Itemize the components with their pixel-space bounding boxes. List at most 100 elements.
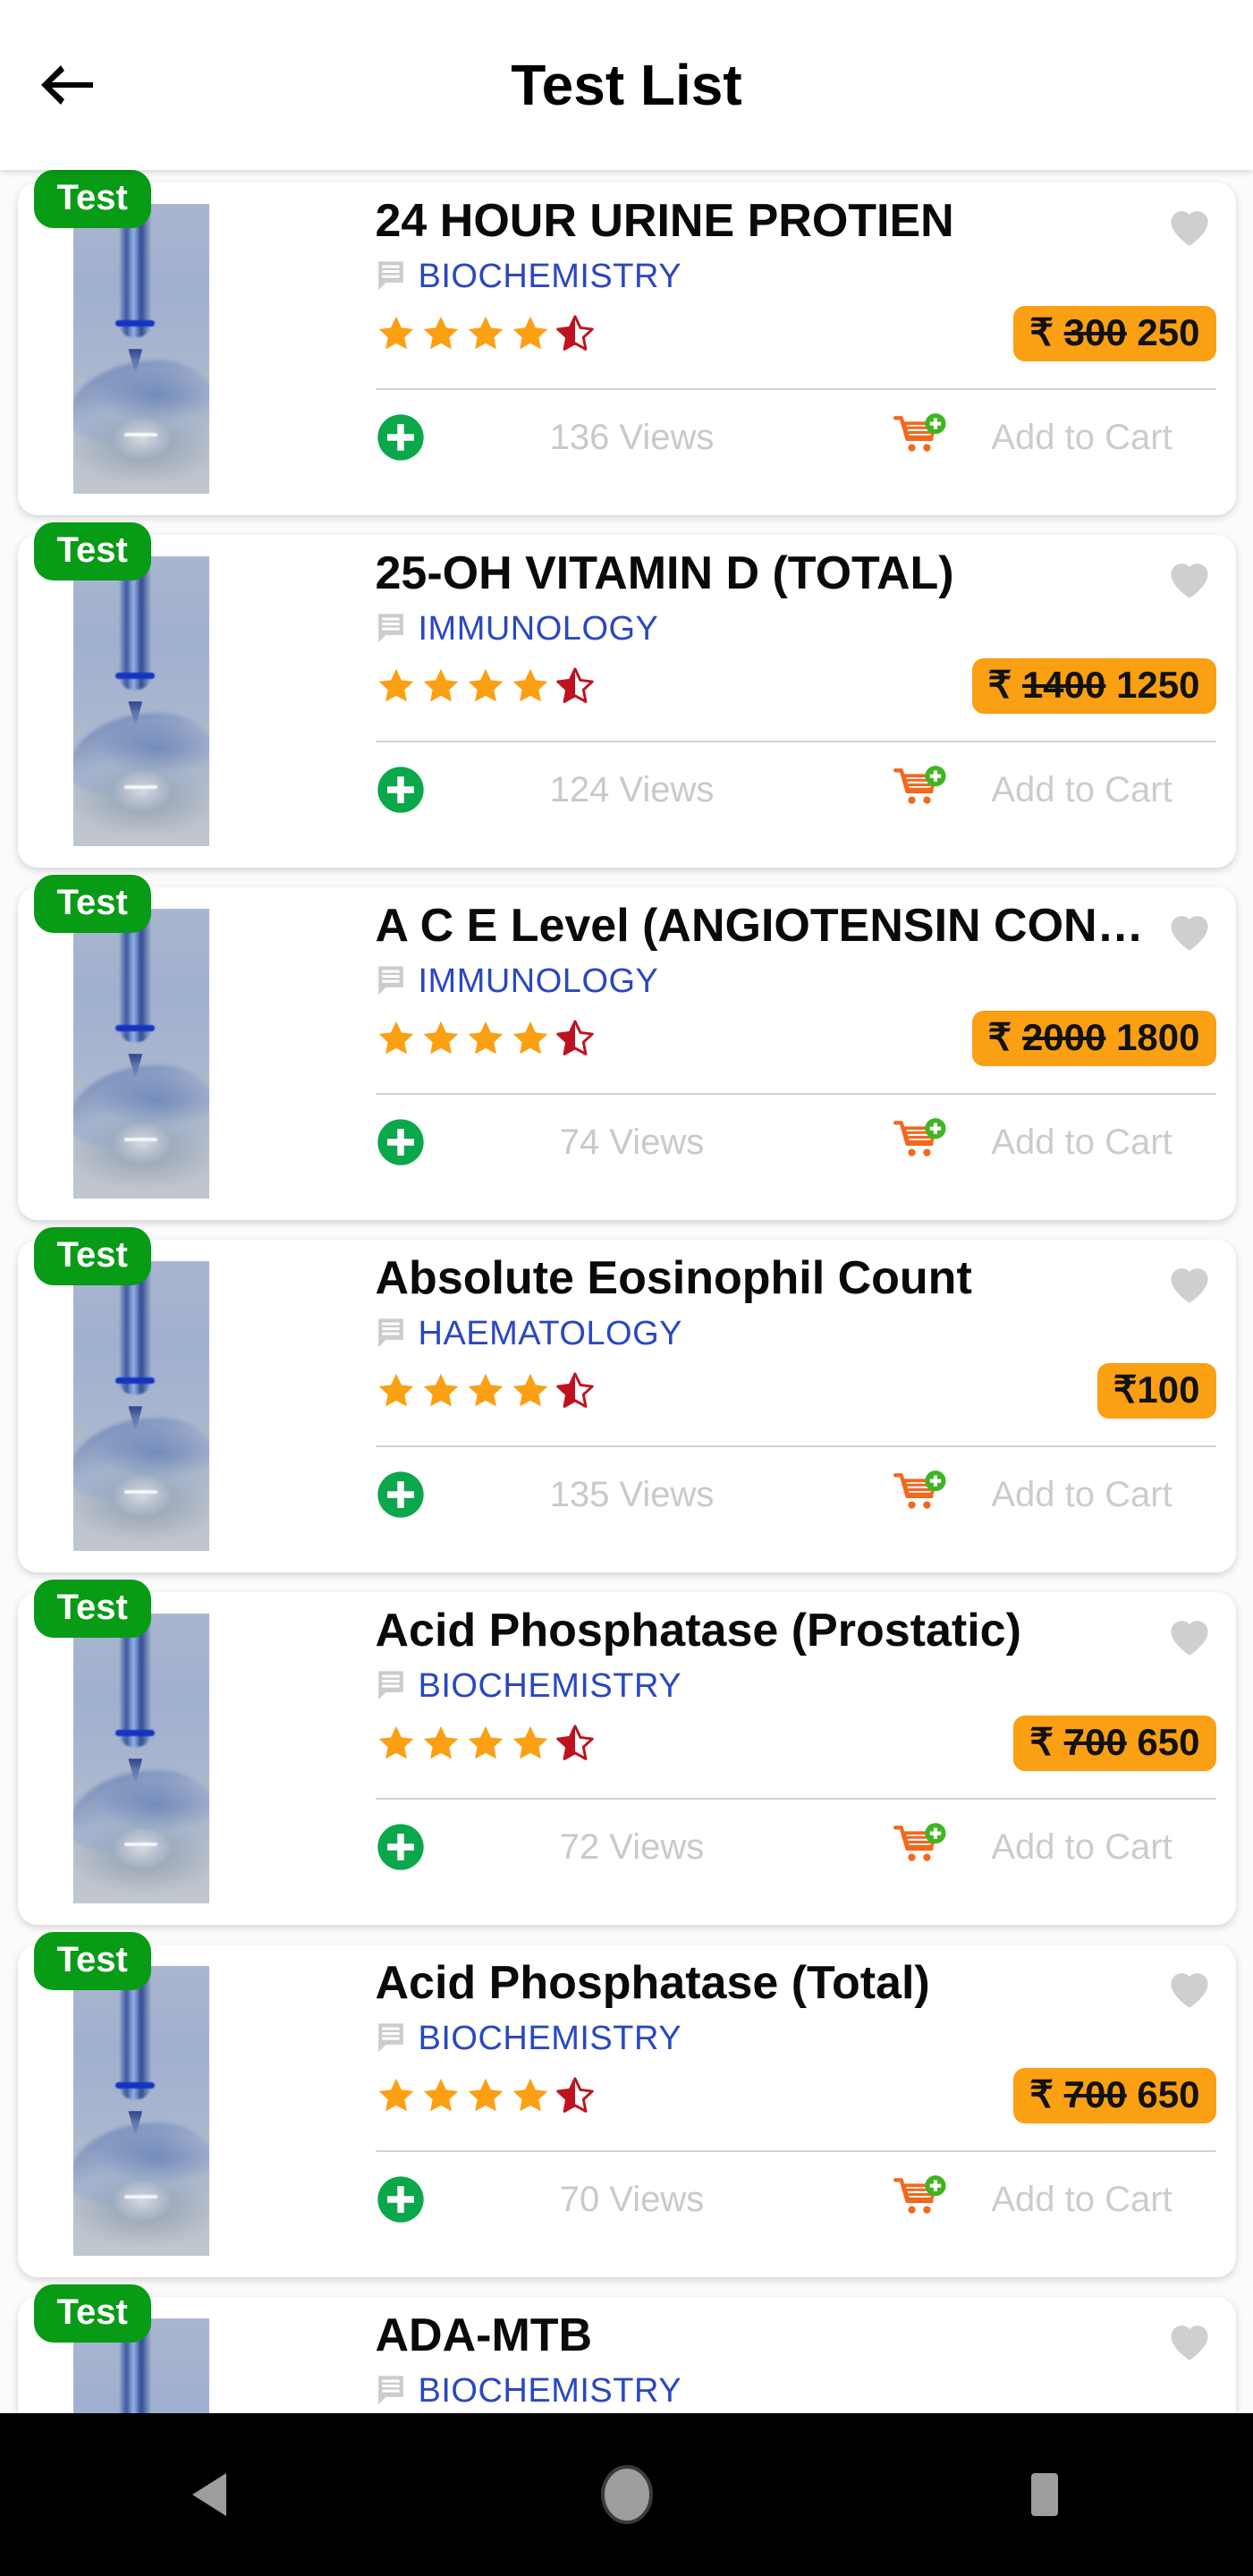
test-card[interactable]: Test ADA-MTB BIOCHEMISTRY: [17, 2284, 1236, 2413]
nav-home-button[interactable]: [418, 2413, 835, 2576]
test-card[interactable]: Test A C E Level (ANGIOTENSIN CONVERTING …: [17, 875, 1236, 1220]
type-badge: Test: [33, 2284, 151, 2343]
test-card[interactable]: Test Acid Phosphatase (Prostatic) BIOCHEMI…: [17, 1580, 1236, 1925]
star-filled-icon: [376, 666, 417, 706]
page-title: Test List: [511, 53, 742, 117]
category-label[interactable]: IMMUNOLOGY: [419, 612, 659, 646]
nav-recents-button[interactable]: [835, 2413, 1253, 2576]
price-discounted: 1800: [1116, 1016, 1200, 1058]
test-tube-ring: [115, 672, 156, 679]
star-filled-icon: [420, 2076, 461, 2115]
favorite-heart-icon[interactable]: [1163, 900, 1216, 957]
star-half-icon: [555, 1724, 596, 1763]
cart-icon[interactable]: [893, 1469, 948, 1521]
category-label[interactable]: IMMUNOLOGY: [419, 964, 659, 998]
category-label[interactable]: BIOCHEMISTRY: [419, 2021, 682, 2055]
cart-icon[interactable]: [893, 2174, 948, 2225]
test-tube-ring: [115, 319, 156, 326]
system-navigation-bar: [0, 2413, 1253, 2576]
cart-icon[interactable]: [893, 764, 948, 816]
type-badge: Test: [33, 1932, 151, 1990]
favorite-heart-icon[interactable]: [1163, 1957, 1216, 2014]
thumbnail-base-line: [124, 784, 157, 789]
test-thumbnail[interactable]: [72, 909, 209, 1199]
type-badge: Test: [33, 875, 151, 933]
card-action-row: 136 Views Add to Cart: [376, 411, 1236, 463]
rating-stars: [376, 666, 596, 706]
add-plus-button[interactable]: [376, 2174, 426, 2224]
add-to-cart-button[interactable]: Add to Cart: [948, 772, 1216, 808]
add-to-cart-button[interactable]: Add to Cart: [948, 2182, 1216, 2217]
test-card[interactable]: Test Acid Phosphatase (Total) BIOCHEMISTRY…: [17, 1932, 1236, 2277]
test-card[interactable]: Test 25-OH VITAMIN D (TOTAL) IMMUNOLOGY ₹ 1…: [17, 522, 1236, 868]
rating-stars: [376, 1371, 596, 1411]
category-comment-icon: [376, 1318, 406, 1350]
cart-icon[interactable]: [893, 1821, 948, 1873]
test-list[interactable]: Test 24 HOUR URINE PROTIEN BIOCHEMISTRY ₹ 3…: [0, 170, 1253, 2413]
test-thumbnail[interactable]: [72, 204, 209, 494]
currency-symbol: ₹: [987, 664, 1012, 706]
add-plus-button[interactable]: [376, 765, 426, 815]
add-to-cart-button[interactable]: Add to Cart: [948, 419, 1216, 455]
test-thumbnail[interactable]: [72, 1261, 209, 1551]
thumbnail-base-shape: [114, 418, 171, 460]
price-badge[interactable]: ₹ 1400 1250: [971, 658, 1216, 715]
category-comment-icon: [376, 1670, 406, 1702]
test-thumbnail[interactable]: [72, 1966, 209, 2256]
price-discounted: 650: [1137, 1721, 1200, 1763]
category-comment-icon: [376, 965, 406, 997]
star-filled-icon: [510, 666, 551, 706]
add-to-cart-button[interactable]: Add to Cart: [948, 1829, 1216, 1865]
rating-stars: [376, 1019, 596, 1058]
test-card[interactable]: Test 24 HOUR URINE PROTIEN BIOCHEMISTRY ₹ 3…: [17, 170, 1236, 515]
nav-back-button[interactable]: [0, 2413, 418, 2576]
views-count: 74 Views: [559, 1123, 705, 1163]
price-badge[interactable]: ₹100: [1096, 1363, 1216, 1419]
add-plus-button[interactable]: [376, 1117, 426, 1167]
add-plus-button[interactable]: [376, 1470, 426, 1520]
favorite-heart-icon[interactable]: [1163, 1252, 1216, 1309]
price-badge[interactable]: ₹ 300 250: [1013, 306, 1216, 362]
rating-price-row: ₹ 300 250: [376, 306, 1236, 362]
cart-icon[interactable]: [893, 1116, 948, 1168]
thumbnail-base-shape: [114, 1475, 171, 1517]
card-body: 24 HOUR URINE PROTIEN BIOCHEMISTRY ₹ 300 2…: [375, 182, 1236, 515]
back-button[interactable]: [0, 0, 134, 170]
rating-stars: [376, 2076, 596, 2115]
test-thumbnail[interactable]: [72, 556, 209, 846]
add-to-cart-button[interactable]: Add to Cart: [948, 1124, 1216, 1160]
favorite-heart-icon[interactable]: [1163, 1605, 1216, 1662]
star-filled-icon: [376, 1019, 417, 1058]
category-comment-icon: [376, 260, 406, 292]
category-label[interactable]: BIOCHEMISTRY: [419, 1669, 682, 1703]
star-filled-icon: [420, 666, 461, 706]
category-label[interactable]: BIOCHEMISTRY: [419, 259, 682, 293]
thumbnail-base-shape: [114, 1827, 171, 1869]
category-label[interactable]: HAEMATOLOGY: [419, 1317, 683, 1351]
star-filled-icon: [465, 1724, 506, 1763]
favorite-heart-icon[interactable]: [1163, 195, 1216, 252]
price-badge[interactable]: ₹ 2000 1800: [971, 1011, 1216, 1067]
price-badge[interactable]: ₹ 700 650: [1013, 1716, 1216, 1772]
card-title-row: Absolute Eosinophil Count: [376, 1240, 1236, 1309]
cart-icon[interactable]: [893, 411, 948, 463]
price-original: 2000: [1021, 1016, 1106, 1058]
add-plus-button[interactable]: [376, 1822, 426, 1872]
card-title-row: ADA-MTB: [376, 2297, 1236, 2367]
star-half-icon: [555, 1371, 596, 1411]
currency-symbol: ₹: [1029, 2073, 1054, 2115]
favorite-heart-icon[interactable]: [1163, 547, 1216, 605]
thumbnail-base-shape: [114, 2180, 171, 2222]
favorite-heart-icon[interactable]: [1163, 2309, 1216, 2367]
category-comment-icon: [376, 2375, 406, 2407]
add-plus-button[interactable]: [376, 412, 426, 462]
test-card[interactable]: Test Absolute Eosinophil Count HAEMATOLOGY…: [17, 1227, 1236, 1572]
price-badge[interactable]: ₹ 700 650: [1013, 2068, 1216, 2124]
star-filled-icon: [465, 1019, 506, 1058]
card-divider: [375, 388, 1216, 391]
card-body: Acid Phosphatase (Total) BIOCHEMISTRY ₹ 70…: [375, 1945, 1236, 2277]
add-to-cart-button[interactable]: Add to Cart: [948, 1477, 1216, 1513]
price-original: 700: [1063, 1721, 1127, 1763]
category-label[interactable]: BIOCHEMISTRY: [419, 2374, 682, 2408]
test-thumbnail[interactable]: [72, 1614, 209, 1903]
